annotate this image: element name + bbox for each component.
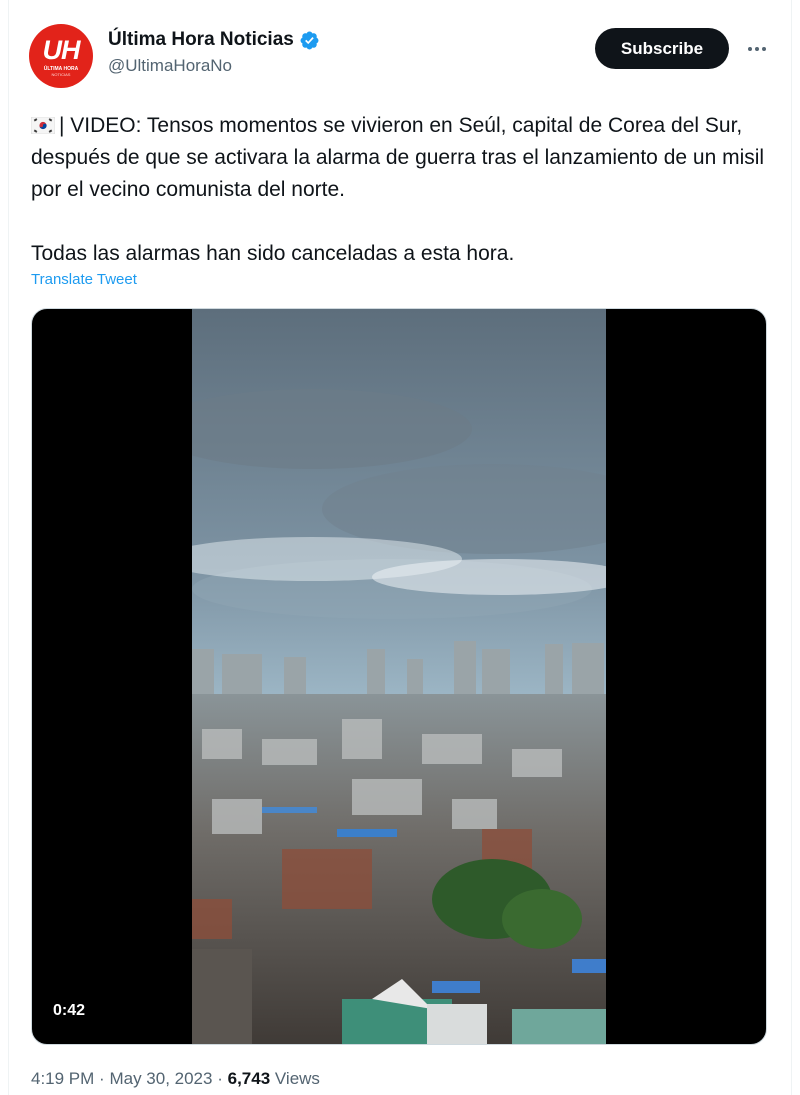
video-player[interactable]: 0:42	[31, 308, 767, 1045]
avatar-logo-text: UH	[42, 35, 81, 65]
tweet-paragraph-1: | VIDEO: Tensos momentos se vivieron en …	[31, 110, 771, 206]
tweet-text: | VIDEO: Tensos momentos se vivieron en …	[31, 110, 771, 270]
meta-separator: ·	[217, 1069, 223, 1088]
video-frame[interactable]	[192, 309, 606, 1044]
user-handle[interactable]: @UltimaHoraNo	[108, 56, 232, 76]
translate-tweet-link[interactable]: Translate Tweet	[31, 271, 137, 288]
tweet-date[interactable]: May 30, 2023	[109, 1069, 212, 1088]
views-count[interactable]: 6,743	[228, 1069, 271, 1088]
tweet-meta: 4:19 PM · May 30, 2023 · 6,743 Views	[31, 1069, 320, 1089]
subscribe-button[interactable]: Subscribe	[595, 28, 729, 69]
verified-badge-icon	[300, 31, 319, 49]
video-duration: 0:42	[46, 999, 93, 1023]
south-korea-flag-icon	[31, 117, 55, 134]
author-name-row[interactable]: Última Hora Noticias	[108, 29, 320, 51]
avatar[interactable]: UH ÚLTIMA HORA NOTICIAS	[29, 24, 93, 88]
tweet-time[interactable]: 4:19 PM	[31, 1069, 94, 1088]
tweet-paragraph-2: Todas las alarmas han sido canceladas a …	[31, 242, 515, 265]
meta-separator: ·	[99, 1069, 105, 1088]
avatar-logo-subtext-2: NOTICIAS	[51, 72, 71, 77]
tweet-paragraph-1-text: | VIDEO: Tensos momentos se vivieron en …	[31, 114, 765, 201]
display-name[interactable]: Última Hora Noticias	[108, 29, 294, 51]
video-thumbnail	[192, 309, 606, 1044]
more-horizontal-icon[interactable]	[742, 34, 772, 64]
views-label: Views	[274, 1069, 320, 1088]
